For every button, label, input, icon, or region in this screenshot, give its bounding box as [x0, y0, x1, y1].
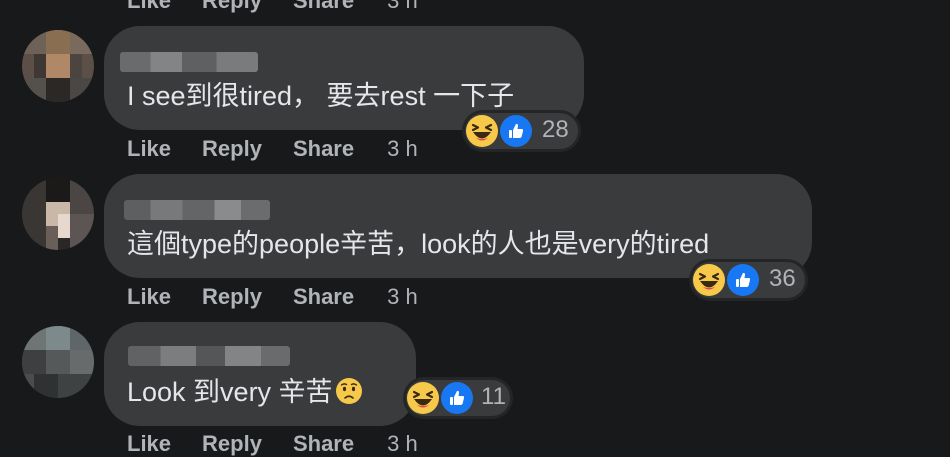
comment-actions: Like Reply Share 3 h — [127, 431, 418, 457]
comment-text: I see到很tired， 要去rest 一下子 — [127, 81, 515, 111]
comment-text: Look 到very 辛苦 — [127, 376, 363, 408]
comment-text: 這個type的people辛苦，look的人也是very的tired — [127, 229, 710, 259]
reaction-count: 28 — [542, 116, 569, 143]
reply-button[interactable]: Reply — [202, 284, 262, 310]
reactions-summary[interactable]: 36 — [692, 262, 805, 298]
share-button[interactable]: Share — [293, 136, 354, 162]
avatar[interactable] — [22, 178, 94, 250]
reply-button[interactable]: Reply — [202, 431, 262, 457]
like-button[interactable]: Like — [127, 0, 171, 14]
share-button[interactable]: Share — [293, 0, 354, 14]
comment-text-body: Look 到very 辛苦 — [127, 377, 333, 407]
thumbs-up-icon — [727, 264, 759, 296]
laughing-face-icon — [466, 115, 498, 147]
timestamp[interactable]: 3 h — [387, 0, 418, 14]
thumbs-up-icon — [500, 115, 532, 147]
share-button[interactable]: Share — [293, 431, 354, 457]
comment-actions: Like Reply Share 3 h — [127, 284, 418, 310]
timestamp[interactable]: 3 h — [387, 284, 418, 310]
author-name-blurred[interactable] — [128, 346, 290, 366]
laughing-face-icon — [693, 264, 725, 296]
comment-bubble — [104, 322, 416, 426]
avatar[interactable] — [22, 326, 94, 398]
reply-button[interactable]: Reply — [202, 0, 262, 14]
like-button[interactable]: Like — [127, 431, 171, 457]
reaction-count: 11 — [481, 383, 506, 410]
reactions-summary[interactable]: 28 — [465, 113, 578, 149]
timestamp[interactable]: 3 h — [387, 431, 418, 457]
author-name-blurred[interactable] — [124, 200, 270, 220]
reactions-summary[interactable]: 11 — [406, 380, 510, 416]
worried-face-icon — [335, 377, 363, 405]
thumbs-up-icon — [441, 382, 473, 414]
reply-button[interactable]: Reply — [202, 136, 262, 162]
comment-actions: Like Reply Share 3 h — [127, 136, 418, 162]
laughing-face-icon — [407, 382, 439, 414]
like-button[interactable]: Like — [127, 136, 171, 162]
timestamp[interactable]: 3 h — [387, 136, 418, 162]
reaction-count: 36 — [769, 265, 796, 292]
avatar[interactable] — [22, 30, 94, 102]
share-button[interactable]: Share — [293, 284, 354, 310]
comment-actions-partial: Like Reply Share 3 h — [127, 0, 418, 14]
author-name-blurred[interactable] — [120, 52, 258, 72]
like-button[interactable]: Like — [127, 284, 171, 310]
